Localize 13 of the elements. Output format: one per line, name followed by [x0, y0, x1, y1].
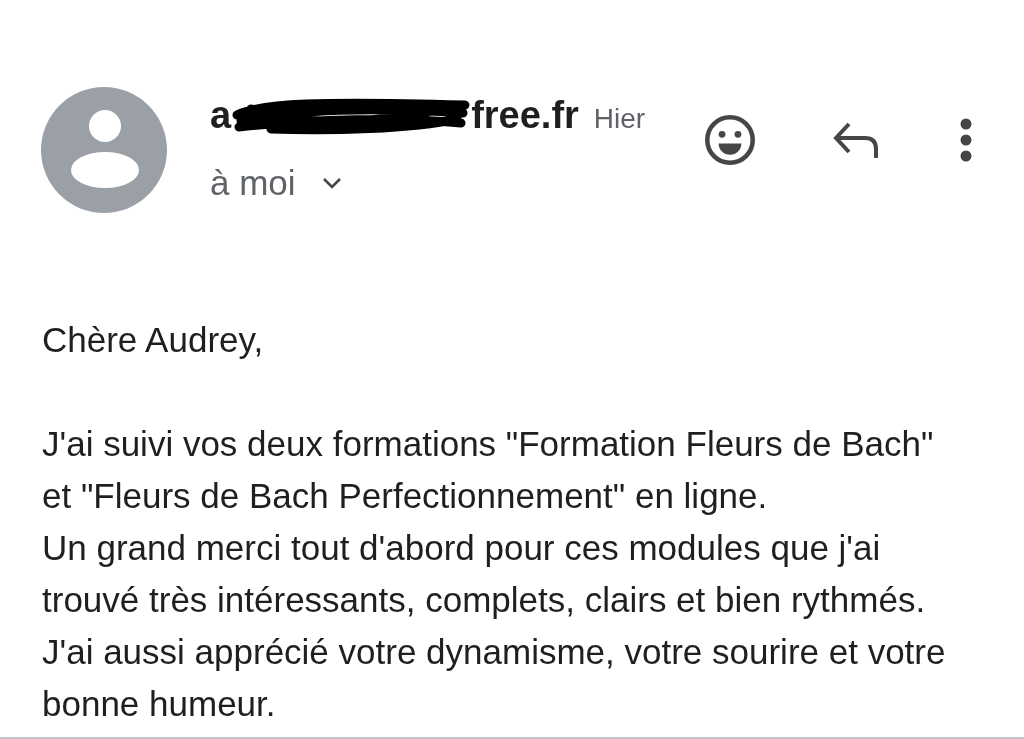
chevron-down-icon[interactable]	[321, 177, 342, 189]
smiley-icon[interactable]	[705, 115, 755, 165]
body-paragraph: Un grand merci tout d'abord pour ces modules que j'ai trouvé très intéressants, complets, clairs et bien rythmés.	[42, 527, 927, 621]
avatar-icon	[41, 87, 167, 213]
more-options-icon[interactable]	[960, 118, 972, 162]
greeting-text: Chère Audrey,	[42, 319, 265, 361]
recipient-toggle[interactable]: à moi	[210, 162, 342, 204]
sender-address: free.fr	[471, 93, 579, 138]
reply-icon[interactable]	[832, 122, 880, 158]
body-paragraph: J'ai suivi vos deux formations "Formation Fleurs de Bach" et "Fleurs de Bach Perfectionnement" en ligne.	[42, 423, 935, 517]
body-paragraph: J'ai aussi apprécié votre dynamisme, votre sourire et votre bonne humeur.	[42, 631, 947, 725]
sender-address: a	[210, 93, 232, 138]
date-label: Hier	[593, 102, 646, 136]
